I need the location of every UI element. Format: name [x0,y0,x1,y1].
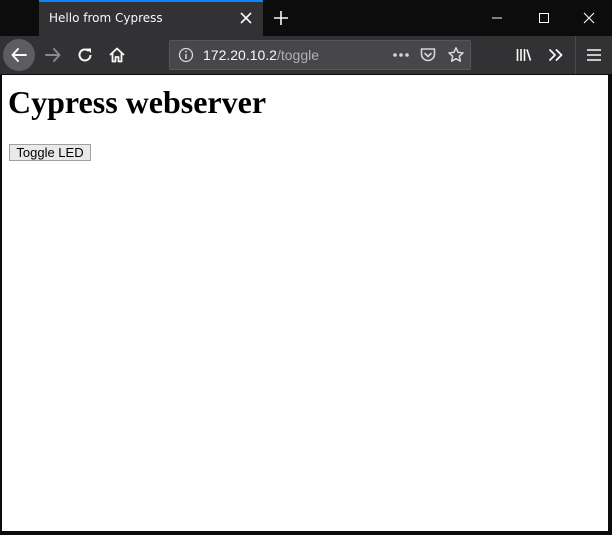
tab-active[interactable]: Hello from Cypress [39,0,263,36]
overflow-double-chevron-icon[interactable] [540,39,572,71]
page-actions-ellipsis-icon[interactable] [390,44,412,66]
tab-title: Hello from Cypress [49,11,163,25]
url-bar[interactable]: 172.20.10.2/toggle [169,40,471,70]
maximize-icon[interactable] [521,0,567,36]
window-close-icon[interactable] [566,0,612,36]
site-info-icon[interactable] [175,44,197,66]
forward-arrow-icon[interactable] [37,39,69,71]
tab-close-icon[interactable] [237,9,255,27]
url-host: 172.20.10.2 [203,47,277,63]
url-path: /toggle [276,47,320,63]
url-text[interactable]: 172.20.10.2/toggle [203,47,319,63]
home-icon[interactable] [101,39,133,71]
minimize-icon[interactable] [474,0,520,36]
new-tab-plus-icon[interactable] [270,7,292,29]
page-title: Cypress webserver [8,84,267,120]
back-arrow-icon[interactable] [3,39,35,71]
bookmark-star-icon[interactable] [445,44,467,66]
toggle-led-button[interactable]: Toggle LED [9,144,91,161]
reload-icon[interactable] [69,39,101,71]
pocket-icon[interactable] [417,44,439,66]
navigation-toolbar: 172.20.10.2/toggle [0,36,612,74]
toolbar-separator [575,36,576,74]
title-bar: Hello from Cypress [0,0,612,36]
page-content: Cypress webserver Toggle LED [2,75,608,531]
library-icon[interactable] [508,39,540,71]
menu-hamburger-icon[interactable] [578,39,610,71]
